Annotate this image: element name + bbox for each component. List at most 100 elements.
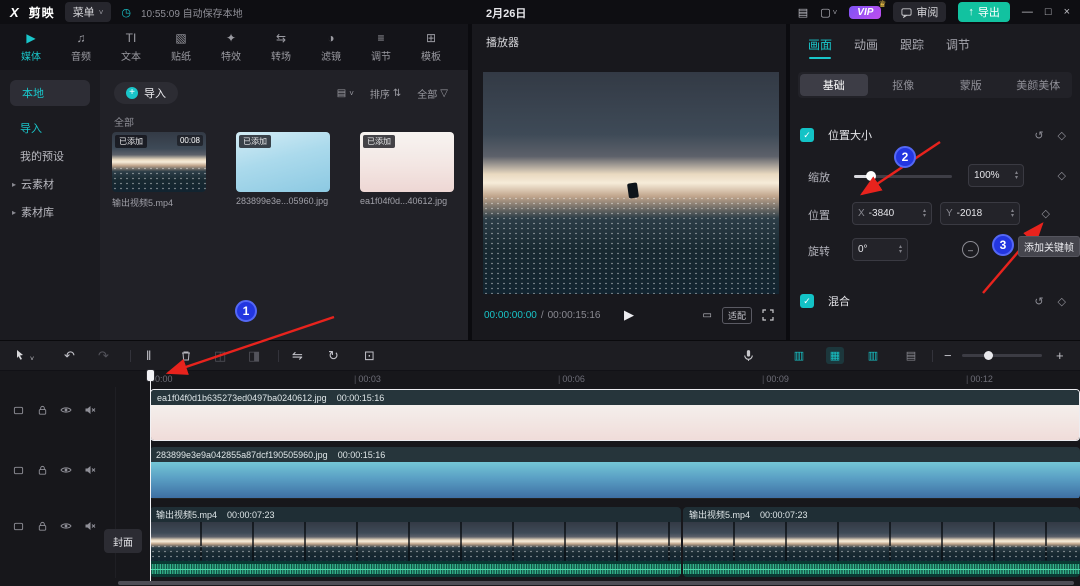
tab-audio[interactable]: ♫音频 [56, 24, 106, 70]
ratio-icon[interactable]: ▭ [703, 310, 712, 321]
stepper[interactable]: ▴▾ [923, 209, 926, 219]
video-preview[interactable] [483, 72, 779, 294]
lock-icon[interactable] [36, 404, 48, 416]
subtab-basic[interactable]: 基础 [800, 74, 868, 96]
filter-button[interactable]: 全部▽ [417, 86, 448, 101]
scale-slider[interactable] [854, 175, 952, 178]
auto-snap-toggle[interactable]: ▦ [826, 347, 844, 364]
tab-adjustment[interactable]: 调节 [946, 36, 970, 53]
media-item-image-blue[interactable]: 已添加 283899e3e...05960.jpg [236, 132, 330, 209]
review-button[interactable]: 审阅 [893, 2, 946, 22]
rotate-value-box[interactable]: 0° ▴▾ [852, 238, 908, 261]
stepper[interactable]: ▴▾ [1015, 171, 1018, 181]
minimize-button[interactable]: — [1022, 6, 1033, 18]
view-mode-button[interactable]: ▤˅ [337, 86, 354, 101]
play-button[interactable]: ▶ [624, 307, 634, 323]
cover-button[interactable]: 封面 [104, 529, 142, 553]
position-keyframe-icon[interactable]: ◇ [1042, 207, 1050, 220]
subtab-keying[interactable]: 抠像 [870, 72, 938, 98]
stepper[interactable]: ▴▾ [1011, 209, 1014, 219]
timeline-ruler[interactable]: 00:00 00:03 00:06 00:09 00:12 [0, 371, 1080, 387]
preview-axis-toggle[interactable]: ▤ [902, 347, 920, 364]
blend-keyframe-icon[interactable]: ◇ [1058, 295, 1066, 308]
main-track-magnet-toggle[interactable]: ▥ [790, 347, 808, 364]
sidebar-item-library[interactable]: ▸素材库 [0, 198, 100, 226]
fit-dropdown[interactable]: 适配 [722, 307, 752, 324]
zoom-out-icon[interactable]: − [944, 348, 952, 363]
timeline-clip-video-2[interactable]: 输出视频5.mp4 00:00:07:23 [683, 507, 1080, 577]
sidebar-item-import[interactable]: 导入 [0, 114, 100, 142]
tab-tracking[interactable]: 跟踪 [900, 36, 924, 53]
freeze-frame-icon[interactable]: ◫ [214, 348, 226, 363]
mute-icon[interactable] [84, 404, 96, 416]
media-item-video[interactable]: 已添加 00:08 输出视频5.mp4 [112, 132, 206, 209]
lock-icon[interactable] [36, 520, 48, 532]
linkage-toggle[interactable]: ▥ [864, 347, 882, 364]
position-y-input[interactable]: Y -2018 ▴▾ [940, 202, 1020, 225]
fullscreen-icon[interactable] [762, 309, 774, 321]
scale-slider-knob[interactable] [866, 171, 876, 181]
reverse-icon[interactable]: ◨ [248, 348, 260, 363]
timeline-clip-image-1[interactable]: ea1f04f0d1b635273ed0497ba0240612.jpg 00:… [150, 389, 1080, 441]
blend-reset-icon[interactable]: ↺ [1034, 295, 1043, 308]
eye-icon[interactable] [60, 520, 72, 532]
record-audio-icon[interactable] [742, 349, 755, 365]
tab-filter[interactable]: ◑滤镜 [306, 24, 356, 70]
lock-icon[interactable] [36, 464, 48, 476]
playhead-handle[interactable] [146, 369, 155, 382]
select-tool-icon[interactable] [14, 349, 26, 364]
mirror-icon[interactable]: ⇋ [292, 348, 303, 363]
tab-sticker[interactable]: ▧贴纸 [156, 24, 206, 70]
tab-effects[interactable]: ✦特效 [206, 24, 256, 70]
delete-icon[interactable] [180, 350, 192, 365]
sidebar-item-cloud[interactable]: ▸云素材 [0, 170, 100, 198]
panel-grid-icon[interactable]: ▤ [798, 6, 808, 19]
tab-adjust[interactable]: ≡调节 [356, 24, 406, 70]
position-x-input[interactable]: X -3840 ▴▾ [852, 202, 932, 225]
tab-animation[interactable]: 动画 [854, 36, 878, 53]
select-tool-caret[interactable]: ˅ [30, 352, 34, 367]
rotate-icon[interactable]: ↻ [328, 348, 339, 363]
horizontal-scrollbar[interactable] [118, 581, 1074, 585]
timeline-clip-video-1[interactable]: 输出视频5.mp4 00:00:07:23 [150, 507, 681, 577]
track-icon[interactable] [12, 404, 24, 416]
crop-icon[interactable]: ⊡ [364, 348, 375, 363]
tab-media[interactable]: ▶媒体 [6, 24, 56, 70]
media-item-image-pink[interactable]: 已添加 ea1f04f0d...40612.jpg [360, 132, 454, 209]
timeline-clip-image-2[interactable]: 283899e3e9a042855a87dcf190505960.jpg 00:… [150, 447, 1080, 499]
workspace-layout-button[interactable]: ▢ ˅ [820, 6, 837, 19]
subtab-beauty[interactable]: 美颜美体 [1005, 72, 1073, 98]
import-button[interactable]: + 导入 [114, 82, 178, 104]
tab-picture[interactable]: 画面 [808, 36, 832, 53]
close-button[interactable]: × [1064, 6, 1070, 18]
menu-button[interactable]: 菜单 ˅ [65, 2, 112, 22]
sidebar-item-presets[interactable]: 我的预设 [0, 142, 100, 170]
tab-transition[interactable]: ⇆转场 [256, 24, 306, 70]
vip-badge[interactable]: VIP ♛ [849, 6, 881, 19]
track-icon[interactable] [12, 520, 24, 532]
scale-keyframe-icon[interactable]: ◇ [1058, 169, 1066, 182]
export-button[interactable]: ↑ 导出 [958, 2, 1010, 22]
sort-button[interactable]: 排序⇅ [370, 86, 401, 101]
position-size-checkbox[interactable]: ✓ [800, 128, 814, 142]
eye-icon[interactable] [60, 464, 72, 476]
playhead[interactable] [146, 369, 155, 581]
mute-icon[interactable] [84, 464, 96, 476]
mute-icon[interactable] [84, 520, 96, 532]
stepper[interactable]: ▴▾ [899, 245, 902, 255]
timeline-zoom-slider[interactable] [962, 354, 1042, 357]
subtab-mask[interactable]: 蒙版 [937, 72, 1005, 98]
redo-icon[interactable]: ↷ [98, 348, 109, 363]
eye-icon[interactable] [60, 404, 72, 416]
undo-icon[interactable]: ↶ [64, 348, 75, 363]
split-icon[interactable]: ‖ [146, 348, 151, 363]
sidebar-item-local[interactable]: 本地 [10, 80, 90, 106]
blend-checkbox[interactable]: ✓ [800, 294, 814, 308]
tab-template[interactable]: ⊞模板 [406, 24, 456, 70]
keyframe-diamond-icon[interactable]: ◇ [1058, 129, 1066, 142]
rotate-dial[interactable]: – [962, 241, 979, 258]
maximize-button[interactable]: □ [1045, 6, 1052, 18]
zoom-in-icon[interactable]: + [1056, 348, 1064, 363]
tab-text[interactable]: TI文本 [106, 24, 156, 70]
reset-icon[interactable]: ↺ [1034, 129, 1043, 142]
